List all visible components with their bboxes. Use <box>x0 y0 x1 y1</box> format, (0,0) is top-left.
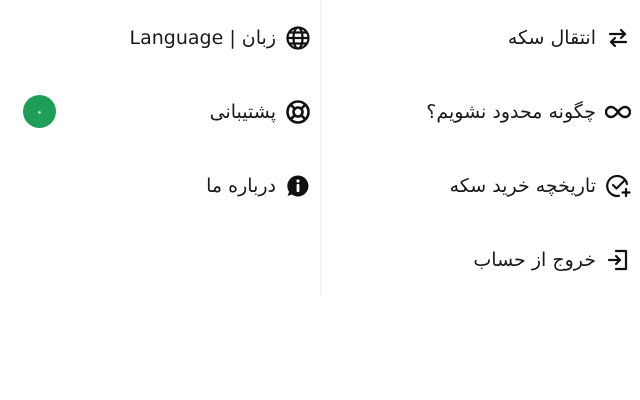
menu-item-how-not-limited[interactable]: چگونه محدود نشویم؟ <box>321 92 640 132</box>
menu-item-purchase-history[interactable]: تاریخچه خرید سکه <box>321 166 640 206</box>
menu-column-right: انتقال سکه چگونه محدود نشویم؟ تاریخچه خر… <box>320 0 640 296</box>
globe-icon <box>284 24 312 52</box>
menu-item-language[interactable]: زبان | Language <box>0 18 320 58</box>
menu-column-left: زبان | Language پشتیبانی درباره ما ۰ <box>0 0 321 296</box>
lifebuoy-icon <box>284 98 312 126</box>
menu-item-logout[interactable]: خروج از حساب <box>321 240 640 280</box>
menu-item-label: خروج از حساب <box>473 249 596 271</box>
menu-item-about-us[interactable]: درباره ما <box>0 166 320 206</box>
menu-item-label: درباره ما <box>206 175 276 197</box>
support-unread-badge: ۰ <box>23 95 56 128</box>
logout-icon <box>604 246 632 274</box>
menu-item-label: تاریخچه خرید سکه <box>449 175 596 197</box>
purchase-history-icon <box>604 172 632 200</box>
transfer-icon <box>604 24 632 52</box>
badge-count: ۰ <box>35 104 44 119</box>
info-chat-icon <box>284 172 312 200</box>
infinity-icon <box>604 98 632 126</box>
menu-item-label: پشتیبانی <box>209 101 276 123</box>
menu-item-label: زبان | Language <box>129 27 276 49</box>
menu-item-label: انتقال سکه <box>507 27 596 49</box>
menu-item-coin-transfer[interactable]: انتقال سکه <box>321 18 640 58</box>
menu-item-label: چگونه محدود نشویم؟ <box>426 101 596 123</box>
